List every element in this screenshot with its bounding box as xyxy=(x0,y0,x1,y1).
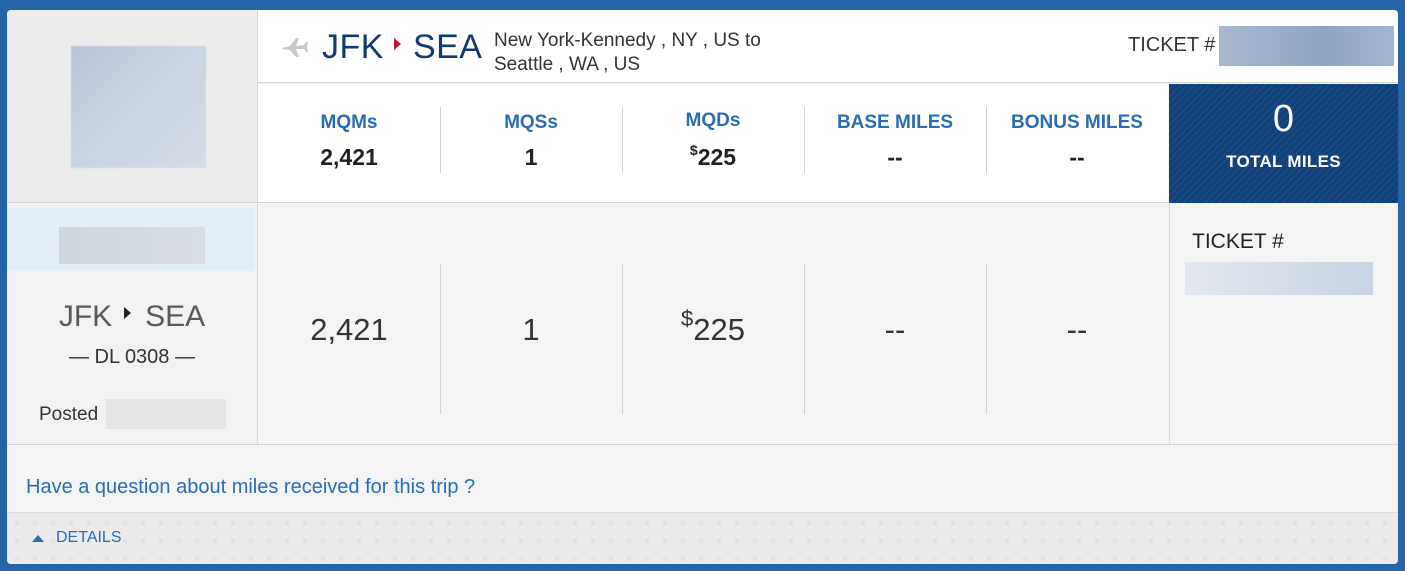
stat-bonus-miles: BONUS MILES -- xyxy=(986,84,1168,203)
route-desc-line1: New York-Kennedy , NY , US to xyxy=(494,30,761,51)
stat-mqss: MQSs 1 xyxy=(440,84,622,203)
segment-values: 2,421 1 $225 -- -- xyxy=(258,204,1169,445)
segment-mqms: 2,421 xyxy=(258,204,440,445)
destination-code: SEA xyxy=(412,28,483,66)
currency-symbol: $ xyxy=(689,142,698,158)
total-miles-label: TOTAL MILES xyxy=(1226,152,1341,171)
stat-amount: 225 xyxy=(697,144,737,170)
stat-label: BASE MILES xyxy=(836,112,954,133)
posted-date-redacted xyxy=(106,399,226,429)
route-arrow-icon xyxy=(393,37,401,50)
segment-amount: 225 xyxy=(693,312,745,347)
details-bar: DETAILS xyxy=(7,512,1398,564)
triangle-up-icon xyxy=(32,534,44,542)
flight-number: — DL 0308 — xyxy=(69,346,195,368)
segment-ticket-label: TICKET # xyxy=(1192,230,1284,253)
stat-label: MQMs xyxy=(320,112,378,133)
stat-value: -- xyxy=(887,144,903,170)
details-label: DETAILS xyxy=(56,529,122,546)
segment-value: $225 xyxy=(622,306,804,348)
miles-summary: MQMs 2,421 MQSs 1 MQDs $225 BASE MILES -… xyxy=(258,84,1168,203)
divider xyxy=(7,444,1398,445)
stat-value: $225 xyxy=(622,142,804,171)
stat-value: 1 xyxy=(524,144,538,170)
stat-mqms: MQMs 2,421 xyxy=(258,84,440,203)
segment-value: 2,421 xyxy=(310,312,388,347)
segment-bonus-miles: -- xyxy=(986,204,1168,445)
segment-route: JFK SEA xyxy=(7,300,257,334)
ticket-number-redacted xyxy=(1219,26,1394,66)
segment-mqds: $225 xyxy=(622,204,804,445)
segment-header xyxy=(7,208,255,271)
origin-code: JFK xyxy=(322,28,384,66)
stat-label: MQSs xyxy=(504,112,558,133)
segment-value: -- xyxy=(1066,312,1088,347)
trip-card: JFK SEA New York-Kennedy , NY , US to Se… xyxy=(7,10,1398,564)
segment-ticket-redacted xyxy=(1185,262,1373,295)
total-miles-box: 0 TOTAL MILES xyxy=(1169,84,1398,203)
details-toggle-button[interactable]: DETAILS xyxy=(32,529,122,547)
segment-origin: JFK xyxy=(58,300,113,333)
stat-label: BONUS MILES xyxy=(1011,112,1143,133)
segment-mqss: 1 xyxy=(440,204,622,445)
stat-value: -- xyxy=(1069,144,1085,170)
stat-label: MQDs xyxy=(685,110,741,131)
miles-question-link[interactable]: Have a question about miles received for… xyxy=(26,476,475,499)
segment-info: JFK SEA — DL 0308 — Posted xyxy=(7,204,258,445)
segment-ticket: TICKET # xyxy=(1169,204,1398,445)
trip-header: JFK SEA New York-Kennedy , NY , US to Se… xyxy=(258,10,1398,83)
segment-destination: SEA xyxy=(145,300,206,333)
stat-base-miles: BASE MILES -- xyxy=(804,84,986,203)
segment-base-miles: -- xyxy=(804,204,986,445)
posted-label: Posted xyxy=(39,404,99,425)
stat-mqds: MQDs $225 xyxy=(622,84,804,203)
plane-icon xyxy=(282,38,308,57)
segment-value: -- xyxy=(884,312,906,347)
route-desc-line2: Seattle , WA , US xyxy=(494,54,641,75)
trip-thumbnail xyxy=(71,46,206,168)
route-description: New York-Kennedy , NY , US to Seattle , … xyxy=(494,29,761,77)
currency-symbol: $ xyxy=(681,306,694,331)
ticket-label: TICKET # xyxy=(1128,34,1216,56)
total-miles-value: 0 xyxy=(1272,98,1295,140)
trip-thumbnail-cell xyxy=(7,10,258,203)
stat-value: 2,421 xyxy=(320,144,378,170)
segment-value: 1 xyxy=(522,312,540,347)
segment-arrow-icon xyxy=(124,307,132,319)
segment-name-redacted xyxy=(59,227,205,264)
route-title: JFK SEA xyxy=(322,28,483,67)
